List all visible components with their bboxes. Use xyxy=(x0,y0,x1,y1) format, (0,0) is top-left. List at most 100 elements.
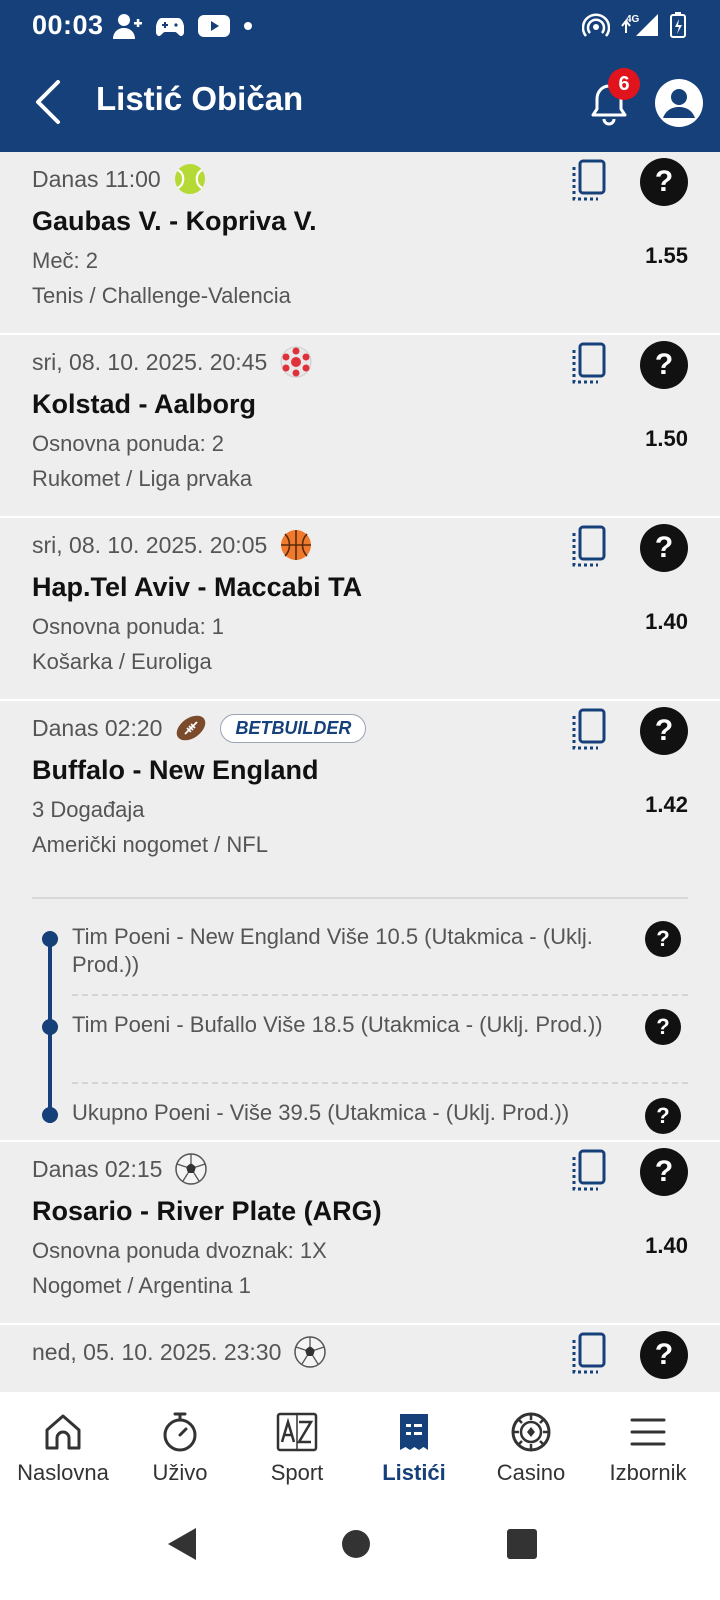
nav-label: Listići xyxy=(382,1460,446,1485)
help-icon[interactable]: ? xyxy=(640,1148,688,1196)
soccer-ball-icon xyxy=(175,1153,208,1185)
nav-item-uzivo[interactable]: Uživo xyxy=(121,1410,239,1486)
battery-charging-icon xyxy=(670,12,686,38)
copy-icon[interactable] xyxy=(568,158,608,202)
ticket-pick: Osnovna ponuda: 1 xyxy=(32,614,225,639)
basketball-icon xyxy=(281,530,312,560)
ticket-card-betbuilder[interactable]: Danas 02:20 BETBUILDER Buffalo - New Eng… xyxy=(0,701,720,1142)
ticket-datetime: sri, 08. 10. 2025. 20:45 xyxy=(32,348,268,375)
soccer-ball-icon xyxy=(294,1336,327,1368)
gamepad-icon xyxy=(156,18,184,36)
ticket-meta: sri, 08. 10. 2025. 20:45 xyxy=(32,345,313,379)
ticket-match: Rosario - River Plate (ARG) xyxy=(32,1196,382,1226)
ticket-card[interactable]: sri, 08. 10. 2025. 20:45 Kolstad - Aalbo… xyxy=(0,335,720,518)
ticket-odd: 1.40 xyxy=(645,609,688,634)
help-icon[interactable]: ? xyxy=(640,707,688,755)
nav-label: Naslovna xyxy=(17,1460,109,1485)
ticket-meta: ned, 05. 10. 2025. 23:30 xyxy=(32,1335,327,1369)
ticket-card[interactable]: sri, 08. 10. 2025. 20:05 Hap.Tel Aviv - … xyxy=(0,518,720,701)
notification-dot-icon xyxy=(244,22,252,30)
ticket-league: Nogomet / Argentina 1 xyxy=(32,1273,251,1298)
system-back-icon[interactable] xyxy=(166,1526,198,1562)
ticket-odd: 1.55 xyxy=(645,243,688,268)
nav-item-naslovna[interactable]: Naslovna xyxy=(4,1410,122,1486)
ticket-meta: Danas 11:00 xyxy=(32,162,207,196)
ticket-pick: Osnovna ponuda: 2 xyxy=(32,431,225,456)
copy-icon[interactable] xyxy=(568,1148,608,1192)
home-icon xyxy=(45,1414,81,1450)
ticket-list: Danas 11:00 Gaubas V. - Kopriva V. Meč: … xyxy=(0,152,720,1392)
nav-item-izbornik[interactable]: Izbornik xyxy=(589,1410,707,1486)
ticket-odd: 1.42 xyxy=(645,792,688,817)
help-icon[interactable]: ? xyxy=(645,921,681,957)
ticket-odd: 1.50 xyxy=(645,426,688,451)
ticket-league: Rukomet / Liga prvaka xyxy=(32,466,253,491)
back-arrow-icon[interactable] xyxy=(30,78,70,126)
ticket-league: Košarka / Euroliga xyxy=(32,649,212,674)
copy-icon[interactable] xyxy=(568,1331,608,1375)
ticket-match: Hap.Tel Aviv - Maccabi TA xyxy=(32,572,363,602)
ticket-match: Gaubas V. - Kopriva V. xyxy=(32,206,317,236)
ticket-icon xyxy=(400,1414,428,1450)
timeline-dot xyxy=(42,931,58,947)
system-navigation-bar xyxy=(0,1502,720,1600)
profile-icon[interactable] xyxy=(654,78,704,128)
add-user-icon xyxy=(113,14,142,39)
copy-icon[interactable] xyxy=(568,524,608,568)
ticket-meta: Danas 02:20 BETBUILDER xyxy=(32,711,367,745)
handball-icon xyxy=(280,346,312,378)
help-icon[interactable]: ? xyxy=(640,158,688,206)
timeline-dot xyxy=(42,1107,58,1123)
signal-4g-icon: 4G xyxy=(621,14,658,36)
nav-label: Uživo xyxy=(152,1460,208,1485)
system-home-icon[interactable] xyxy=(340,1528,372,1560)
ticket-datetime: ned, 05. 10. 2025. 23:30 xyxy=(32,1338,282,1365)
nav-item-sport[interactable]: Sport xyxy=(238,1410,356,1486)
ticket-league: Američki nogomet / NFL xyxy=(32,832,268,857)
ticket-datetime: Danas 02:15 xyxy=(32,1155,163,1182)
system-recents-icon[interactable] xyxy=(506,1528,538,1560)
ticket-match: Buffalo - New England xyxy=(32,755,319,785)
ticket-meta: sri, 08. 10. 2025. 20:05 xyxy=(32,528,313,562)
nav-label: Casino xyxy=(496,1460,566,1485)
timeline-dot xyxy=(42,1019,58,1035)
az-icon xyxy=(276,1412,318,1452)
help-icon[interactable]: ? xyxy=(640,1331,688,1379)
copy-icon[interactable] xyxy=(568,707,608,751)
copy-icon[interactable] xyxy=(568,341,608,385)
ticket-card[interactable]: Danas 11:00 Gaubas V. - Kopriva V. Meč: … xyxy=(0,152,720,335)
ticket-match: Kolstad - Aalborg xyxy=(32,389,257,419)
status-right-icons: 4G xyxy=(582,12,686,38)
status-bar: 00:03 4G xyxy=(0,0,720,52)
page-title: Listić Običan xyxy=(96,80,304,117)
notification-badge: 6 xyxy=(608,68,640,100)
status-time: 00:03 xyxy=(32,10,104,40)
help-icon[interactable]: ? xyxy=(640,524,688,572)
betbuilder-leg: Tim Poeni - Bufallo Više 18.5 (Utakmica … xyxy=(72,1012,603,1037)
american-football-icon xyxy=(177,715,206,741)
ticket-pick: 3 Događaja xyxy=(32,797,145,822)
ticket-pick: Osnovna ponuda dvoznak: 1X xyxy=(32,1238,327,1263)
casino-chip-icon xyxy=(511,1412,551,1452)
tennis-ball-icon xyxy=(174,164,205,194)
help-icon[interactable]: ? xyxy=(645,1098,681,1134)
stopwatch-icon xyxy=(163,1412,197,1452)
nav-label: Izbornik xyxy=(609,1460,687,1485)
nav-item-listici[interactable]: Listići xyxy=(355,1410,473,1486)
nav-item-casino[interactable]: Casino xyxy=(472,1410,590,1486)
hotspot-icon xyxy=(582,13,610,37)
app-bar: Listić Običan 6 xyxy=(0,52,720,152)
help-icon[interactable]: ? xyxy=(645,1009,681,1045)
ticket-datetime: sri, 08. 10. 2025. 20:05 xyxy=(32,531,268,558)
divider xyxy=(32,897,688,899)
ticket-pick: Meč: 2 xyxy=(32,248,99,273)
ticket-card[interactable]: Danas 02:15 Rosario - River Plate (ARG) … xyxy=(0,1142,720,1325)
help-icon[interactable]: ? xyxy=(640,341,688,389)
menu-icon xyxy=(630,1418,666,1446)
ticket-card[interactable]: ned, 05. 10. 2025. 23:30 ? xyxy=(0,1325,720,1392)
dashed-divider xyxy=(72,1082,688,1084)
betbuilder-badge: BETBUILDER xyxy=(220,713,367,743)
bottom-nav: Naslovna Uživo Sport Listići Casino Izbo… xyxy=(0,1392,720,1502)
dashed-divider xyxy=(72,994,688,996)
ticket-datetime: Danas 02:20 xyxy=(32,714,163,741)
